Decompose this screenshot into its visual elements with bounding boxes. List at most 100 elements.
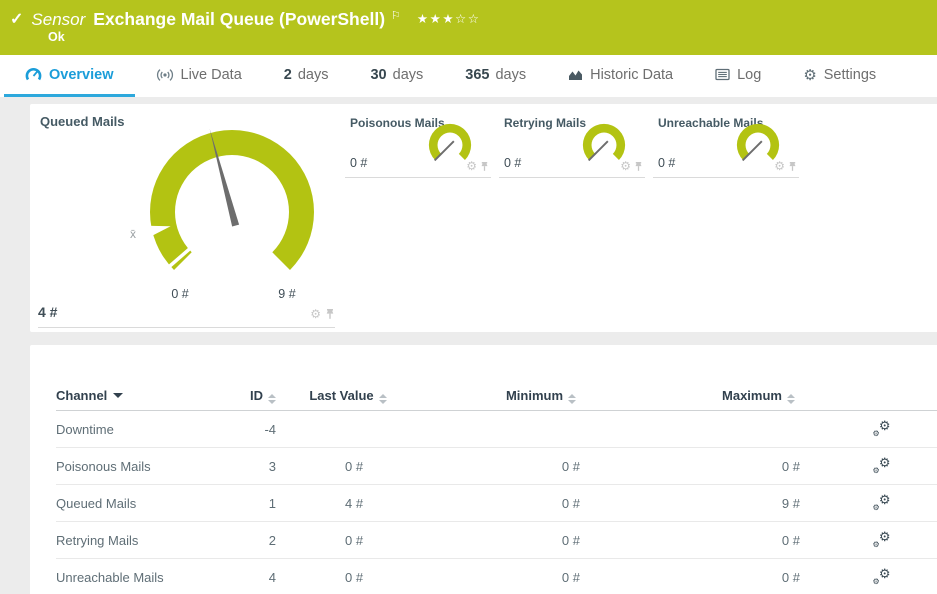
priority-stars-rating[interactable]: ★★★☆☆ [417, 11, 481, 26]
channel-id: -4 [236, 411, 306, 448]
gauge-arc [150, 130, 314, 270]
channel-name[interactable]: Unreachable Mails [56, 559, 236, 594]
channel-last-value: 0 # [306, 448, 416, 485]
column-label: Maximum [722, 388, 782, 403]
channel-settings-button[interactable]: ⚙⚙ [873, 568, 891, 584]
gauge-settings-gear-icon[interactable]: ⚙ [620, 160, 631, 172]
gauge-arc [429, 124, 471, 160]
sort-icon [268, 394, 276, 404]
table-row-downtime: Downtime -4 ⚙⚙ [56, 411, 937, 448]
channel-maximum: 0 # [631, 448, 851, 485]
column-header-maximum[interactable]: Maximum [631, 345, 851, 411]
channel-minimum: 0 # [416, 485, 631, 522]
table-row-queued-mails: Queued Mails 1 4 # 0 # 9 # ⚙⚙ [56, 485, 937, 522]
tab-bar: Overview Live Data 2 days 30 days 365 da… [0, 55, 937, 97]
tab-label: days [298, 67, 329, 83]
channel-name[interactable]: Queued Mails [56, 485, 236, 522]
tab-30-days[interactable]: 30 days [349, 55, 444, 97]
table-row-poisonous-mails: Poisonous Mails 3 0 # 0 # 0 # ⚙⚙ [56, 448, 937, 485]
channel-maximum: 9 # [631, 485, 851, 522]
tab-label: Log [737, 67, 761, 83]
gauge-settings-gear-icon[interactable]: ⚙ [466, 160, 477, 172]
panel-poisonous-mails: Poisonous Mails 0 # ⚙ [345, 104, 491, 178]
channel-last-value: 0 # [306, 522, 416, 559]
channel-maximum [631, 411, 851, 448]
queued-mails-gauge: x̄ 0 # 9 # [120, 120, 344, 310]
channel-last-value: 0 # [306, 559, 416, 594]
tab-label: Historic Data [590, 67, 673, 83]
status-badge: Ok [48, 30, 65, 44]
tab-label: days [495, 67, 526, 83]
column-label: ID [250, 388, 263, 403]
channel-minimum: 0 # [416, 448, 631, 485]
channel-settings-button[interactable]: ⚙⚙ [873, 420, 891, 436]
channel-name[interactable]: Retrying Mails [56, 522, 236, 559]
gauge-pin-icon[interactable] [788, 161, 797, 172]
channel-last-value [306, 411, 416, 448]
tab-2-days[interactable]: 2 days [263, 55, 350, 97]
channel-minimum [416, 411, 631, 448]
panel-unreachable-mails: Unreachable Mails 0 # ⚙ [653, 104, 799, 178]
channel-id: 1 [236, 485, 306, 522]
tab-log[interactable]: Log [694, 55, 782, 97]
tab-number: 365 [465, 67, 489, 83]
channel-id: 3 [236, 448, 306, 485]
gauge-current-value: 0 # [658, 156, 675, 170]
area-chart-icon [568, 68, 583, 81]
overview-content: Queued Mails x̄ 0 # 9 # 4 # ⚙ [0, 97, 937, 594]
tab-live-data[interactable]: Live Data [135, 55, 263, 97]
tab-overview[interactable]: Overview [4, 55, 135, 97]
channel-name[interactable]: Poisonous Mails [56, 448, 236, 485]
gauge-settings-gear-icon[interactable]: ⚙ [774, 160, 785, 172]
channel-minimum: 0 # [416, 559, 631, 594]
gauge-icon [25, 67, 42, 82]
column-label: Channel [56, 388, 107, 403]
gauge-current-value: 0 # [504, 156, 521, 170]
live-broadcast-icon [156, 68, 174, 82]
gauge-scale-max-label: 9 # [278, 287, 295, 301]
gauges-card: Queued Mails x̄ 0 # 9 # 4 # ⚙ [30, 104, 937, 332]
gear-icon: ⚙ [803, 66, 816, 84]
tab-label: Overview [49, 67, 114, 83]
tab-label: days [393, 67, 424, 83]
tab-number: 2 [284, 67, 292, 83]
column-header-id[interactable]: ID [236, 345, 306, 411]
channel-last-value: 4 # [306, 485, 416, 522]
table-row-unreachable-mails: Unreachable Mails 4 0 # 0 # 0 # ⚙⚙ [56, 559, 937, 594]
sort-icon [379, 394, 387, 404]
gauge-pin-icon[interactable] [634, 161, 643, 172]
tab-label: Settings [824, 67, 876, 83]
channel-id: 2 [236, 522, 306, 559]
gauge-arc [583, 124, 625, 160]
column-label: Minimum [506, 388, 563, 403]
column-header-last-value[interactable]: Last Value [306, 345, 416, 411]
page-title: Exchange Mail Queue (PowerShell) [93, 9, 385, 30]
channel-settings-button[interactable]: ⚙⚙ [873, 494, 891, 510]
gauge-pin-icon[interactable] [325, 308, 335, 320]
column-label: Last Value [309, 388, 373, 403]
gauge-arc [737, 124, 779, 160]
panel-retrying-mails: Retrying Mails 0 # ⚙ [499, 104, 645, 178]
channel-settings-button[interactable]: ⚙⚙ [873, 531, 891, 547]
column-header-minimum[interactable]: Minimum [416, 345, 631, 411]
gauge-average-marker-label: x̄ [130, 227, 136, 241]
gauge-settings-gear-icon[interactable]: ⚙ [310, 308, 321, 320]
gauge-current-value: 4 # [38, 304, 57, 320]
tab-number: 30 [370, 67, 386, 83]
channel-minimum: 0 # [416, 522, 631, 559]
channels-table: Channel ID Last Value Minimum Maximum [56, 345, 937, 594]
tab-historic-data[interactable]: Historic Data [547, 55, 694, 97]
channel-id: 4 [236, 559, 306, 594]
sort-desc-icon [113, 393, 123, 398]
channel-name[interactable]: Downtime [56, 411, 236, 448]
priority-flag-icon[interactable]: ⚐ [391, 9, 401, 22]
gauge-pin-icon[interactable] [480, 161, 489, 172]
tab-365-days[interactable]: 365 days [444, 55, 547, 97]
sort-icon [568, 394, 576, 404]
object-kind-label: Sensor [31, 10, 85, 30]
sensor-status-header: ✓ Sensor Exchange Mail Queue (PowerShell… [0, 0, 937, 55]
tab-settings[interactable]: ⚙ Settings [782, 55, 897, 97]
channel-settings-button[interactable]: ⚙⚙ [873, 457, 891, 473]
gauge-scale-min-label: 0 # [171, 287, 188, 301]
column-header-channel[interactable]: Channel [56, 345, 236, 411]
